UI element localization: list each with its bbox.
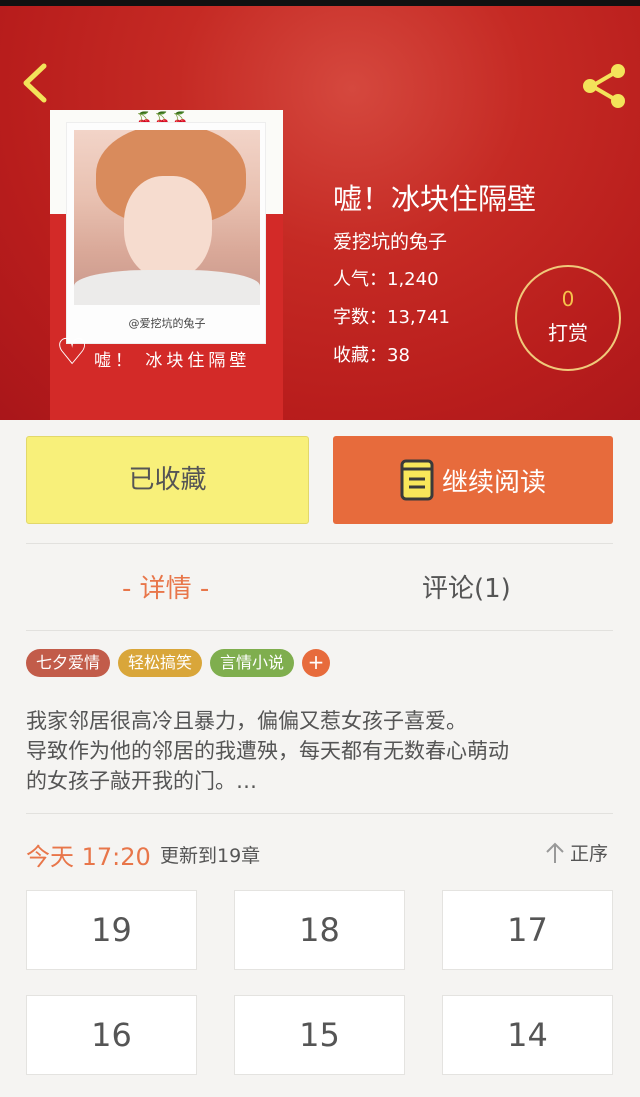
summary-line: 导致作为他的邻居的我遭殃，每天都有无数春心萌动	[26, 739, 509, 763]
chapter-tile[interactable]: 14	[442, 995, 613, 1075]
update-status: 更新到19章	[160, 845, 261, 867]
word-count-stat: 字数：13,741	[333, 307, 450, 328]
update-time: 今天 17:20	[26, 843, 151, 871]
tab-details[interactable]: - 详情 -	[122, 568, 209, 605]
divider	[26, 630, 613, 631]
tab-comments[interactable]: 评论(1)	[422, 568, 511, 605]
sort-order-label: 正序	[570, 843, 609, 865]
divider	[26, 813, 613, 814]
back-arrow-icon[interactable]	[14, 58, 58, 108]
divider	[26, 543, 613, 544]
favorites-stat: 收藏：38	[333, 345, 410, 366]
summary-line: 我家邻居很高冷且暴力，偏偏又惹女孩子喜爱。	[26, 709, 467, 733]
book-header: 🍒🍒🍒 @爱挖坑的兔子 ♡ 嘘！ 冰块住隔壁 嘘！冰块住隔壁 爱挖坑的兔子 人气…	[0, 6, 640, 420]
tag-chip[interactable]: 七夕爱情	[26, 649, 111, 677]
share-icon[interactable]	[576, 58, 632, 114]
continue-reading-label: 继续阅读	[441, 467, 546, 498]
popularity-stat: 人气：1,240	[333, 269, 439, 290]
reward-button[interactable]: 0 打赏	[515, 265, 621, 371]
chapter-tile[interactable]: 17	[442, 890, 613, 970]
tag-chip[interactable]: 言情小说	[210, 649, 295, 677]
favorited-button[interactable]: 已收藏	[26, 436, 309, 524]
book-summary[interactable]: 我家邻居很高冷且暴力，偏偏又惹女孩子喜爱。 导致作为他的邻居的我遭殃，每天都有无…	[26, 706, 616, 796]
cover-title: 嘘！ 冰块住隔壁	[94, 351, 251, 371]
reward-label: 打赏	[548, 321, 588, 345]
arrow-up-icon	[546, 842, 564, 863]
reward-count: 0	[561, 287, 575, 311]
chapter-tile[interactable]: 18	[234, 890, 405, 970]
cover-photo	[74, 130, 260, 305]
book-icon	[400, 459, 434, 501]
heart-icon: ♡	[56, 332, 89, 373]
book-author[interactable]: 爱挖坑的兔子	[333, 227, 447, 254]
chapter-tile[interactable]: 19	[26, 890, 197, 970]
book-title: 嘘！冰块住隔壁	[333, 182, 537, 216]
chapter-tile[interactable]: 16	[26, 995, 197, 1075]
chapter-tile[interactable]: 15	[234, 995, 405, 1075]
tag-list: 七夕爱情 轻松搞笑 言情小说 +	[26, 649, 331, 677]
summary-line: 的女孩子敲开我的门。…	[26, 769, 257, 793]
cover-watermark: @爱挖坑的兔子	[128, 317, 206, 330]
cover-photo-frame: @爱挖坑的兔子	[66, 122, 266, 344]
book-cover: 🍒🍒🍒 @爱挖坑的兔子 ♡ 嘘！ 冰块住隔壁	[50, 110, 283, 420]
tag-chip[interactable]: 轻松搞笑	[118, 649, 203, 677]
add-tag-button[interactable]: +	[302, 649, 331, 677]
continue-reading-button[interactable]: 继续阅读	[333, 436, 613, 524]
sort-order-button[interactable]: 正序	[544, 839, 608, 866]
